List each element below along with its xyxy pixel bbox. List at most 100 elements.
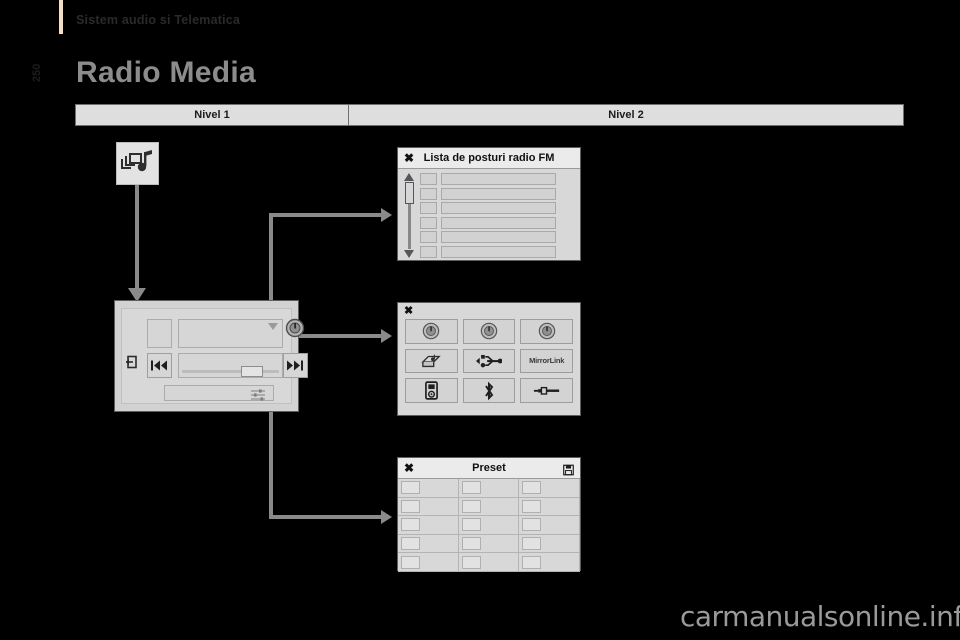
preset-number-box (522, 537, 542, 551)
header-accent-bar (59, 0, 63, 34)
aux-jack-icon-glyph (533, 386, 559, 395)
radio-tuner-2-icon[interactable] (462, 319, 516, 344)
list-item-index (420, 202, 437, 215)
preset-number-box (401, 518, 420, 532)
source-panel-header: ✖ (398, 303, 580, 319)
ipod-icon[interactable] (405, 378, 458, 403)
preset-number-box (461, 518, 481, 532)
arrowhead-to-radio-list (381, 208, 392, 222)
media-music-icon-glyph (120, 149, 152, 171)
levels-table: Nivel 1 Nivel 2 (75, 104, 904, 126)
media-player-row-top (147, 319, 283, 348)
equalizer-icon (251, 388, 269, 406)
preset-cell[interactable] (458, 479, 520, 498)
preset-cell[interactable] (398, 497, 459, 517)
equalizer-icon-glyph (251, 389, 265, 401)
radio-list-scrollbar[interactable] (402, 173, 416, 258)
close-icon[interactable]: ✖ (404, 152, 414, 164)
preset-cell[interactable] (519, 553, 580, 572)
preset-cell[interactable] (458, 516, 520, 535)
preset-cell[interactable] (398, 516, 459, 535)
chevron-down-icon (268, 323, 278, 330)
preset-cell[interactable] (519, 534, 580, 554)
playback-progress[interactable] (178, 353, 283, 378)
track-select-dropdown[interactable] (178, 319, 283, 348)
close-icon[interactable]: ✖ (404, 306, 413, 317)
section-title: Sistem audio si Telematica (76, 13, 241, 27)
source-knob-icon[interactable] (285, 318, 305, 338)
preset-cell[interactable] (458, 553, 520, 572)
progress-handle[interactable] (241, 366, 263, 377)
exit-icon-glyph (126, 355, 137, 369)
preset-number-box (401, 499, 420, 513)
preset-number-box (522, 481, 542, 495)
preset-number-box (401, 481, 420, 495)
list-item-index (420, 173, 437, 185)
preset-number-box (461, 537, 481, 551)
list-item[interactable] (420, 187, 575, 200)
triangle-down-icon[interactable] (404, 250, 414, 258)
bluetooth-icon[interactable] (462, 378, 516, 403)
radio-tuner-3-icon-glyph (538, 323, 555, 340)
media-player-row-mid (147, 353, 283, 378)
list-item[interactable] (420, 231, 575, 244)
page-number: 250 (31, 63, 43, 83)
triangle-up-icon[interactable] (404, 173, 414, 181)
source-knob-icon-glyph (285, 318, 305, 338)
usb-icon-glyph (475, 354, 502, 368)
levels-table-header-nivel2: Nivel 2 (608, 109, 644, 121)
preset-cell[interactable] (398, 534, 459, 554)
page-root: Sistem audio si Telematica 250 Radio Med… (0, 0, 960, 640)
close-icon[interactable]: ✖ (404, 462, 414, 474)
floppy-save-icon[interactable] (563, 463, 574, 476)
next-track-icon-glyph (287, 360, 303, 371)
connector-to-source-panel (292, 334, 381, 338)
scrollbar-thumb[interactable] (404, 182, 414, 204)
cd-media-icon[interactable] (405, 348, 458, 374)
media-music-icon[interactable] (116, 142, 159, 185)
list-item-label (441, 216, 556, 229)
preset-panel-header: ✖ Preset (398, 458, 580, 479)
media-player-inner (121, 308, 308, 404)
aux-jack-icon[interactable] (520, 378, 573, 403)
preset-panel-title: Preset (472, 462, 506, 474)
preset-number-box (401, 537, 420, 551)
preset-cell[interactable] (398, 553, 459, 572)
list-item-label (441, 187, 556, 200)
ipod-icon-glyph (424, 381, 438, 400)
levels-table-header-nivel1: Nivel 1 (76, 105, 349, 125)
arrowhead-to-source-panel (381, 329, 392, 343)
preset-cell[interactable] (458, 534, 520, 554)
preset-cell[interactable] (458, 497, 520, 517)
list-item[interactable] (420, 245, 575, 258)
page-title: Radio Media (76, 56, 256, 89)
radio-tuner-3-icon[interactable] (520, 319, 573, 344)
mirrorlink-icon[interactable]: MirrorLink (520, 348, 573, 374)
list-item[interactable] (420, 202, 575, 215)
exit-icon[interactable] (125, 355, 139, 369)
preset-number-box (461, 555, 481, 569)
audio-source-panel: ✖ MirrorLink (397, 302, 581, 416)
radio-tuner-1-icon[interactable] (405, 319, 458, 344)
preset-cell[interactable] (519, 497, 580, 517)
bluetooth-icon-glyph (485, 381, 494, 401)
list-item[interactable] (420, 216, 575, 229)
preset-cell[interactable] (519, 516, 580, 535)
preset-number-box (401, 555, 420, 569)
list-item[interactable] (420, 173, 575, 185)
connector-player-down (269, 398, 273, 519)
next-track-icon[interactable] (283, 353, 308, 378)
arrowhead-to-preset-panel (381, 510, 392, 524)
equalizer-settings-bar[interactable] (164, 385, 274, 401)
list-item-index (420, 231, 437, 244)
previous-track-icon[interactable] (147, 353, 172, 378)
usb-icon[interactable] (462, 348, 516, 374)
mirrorlink-label: MirrorLink (529, 356, 565, 366)
scrollbar-track[interactable] (404, 182, 414, 249)
preset-cell[interactable] (398, 479, 459, 498)
preset-cell[interactable] (519, 479, 580, 498)
preset-panel: ✖ Preset (397, 457, 581, 572)
radio-station-list-panel: ✖ Lista de posturi radio FM (397, 147, 581, 261)
list-item-index (420, 216, 437, 229)
connector-icon-to-player (135, 185, 139, 291)
